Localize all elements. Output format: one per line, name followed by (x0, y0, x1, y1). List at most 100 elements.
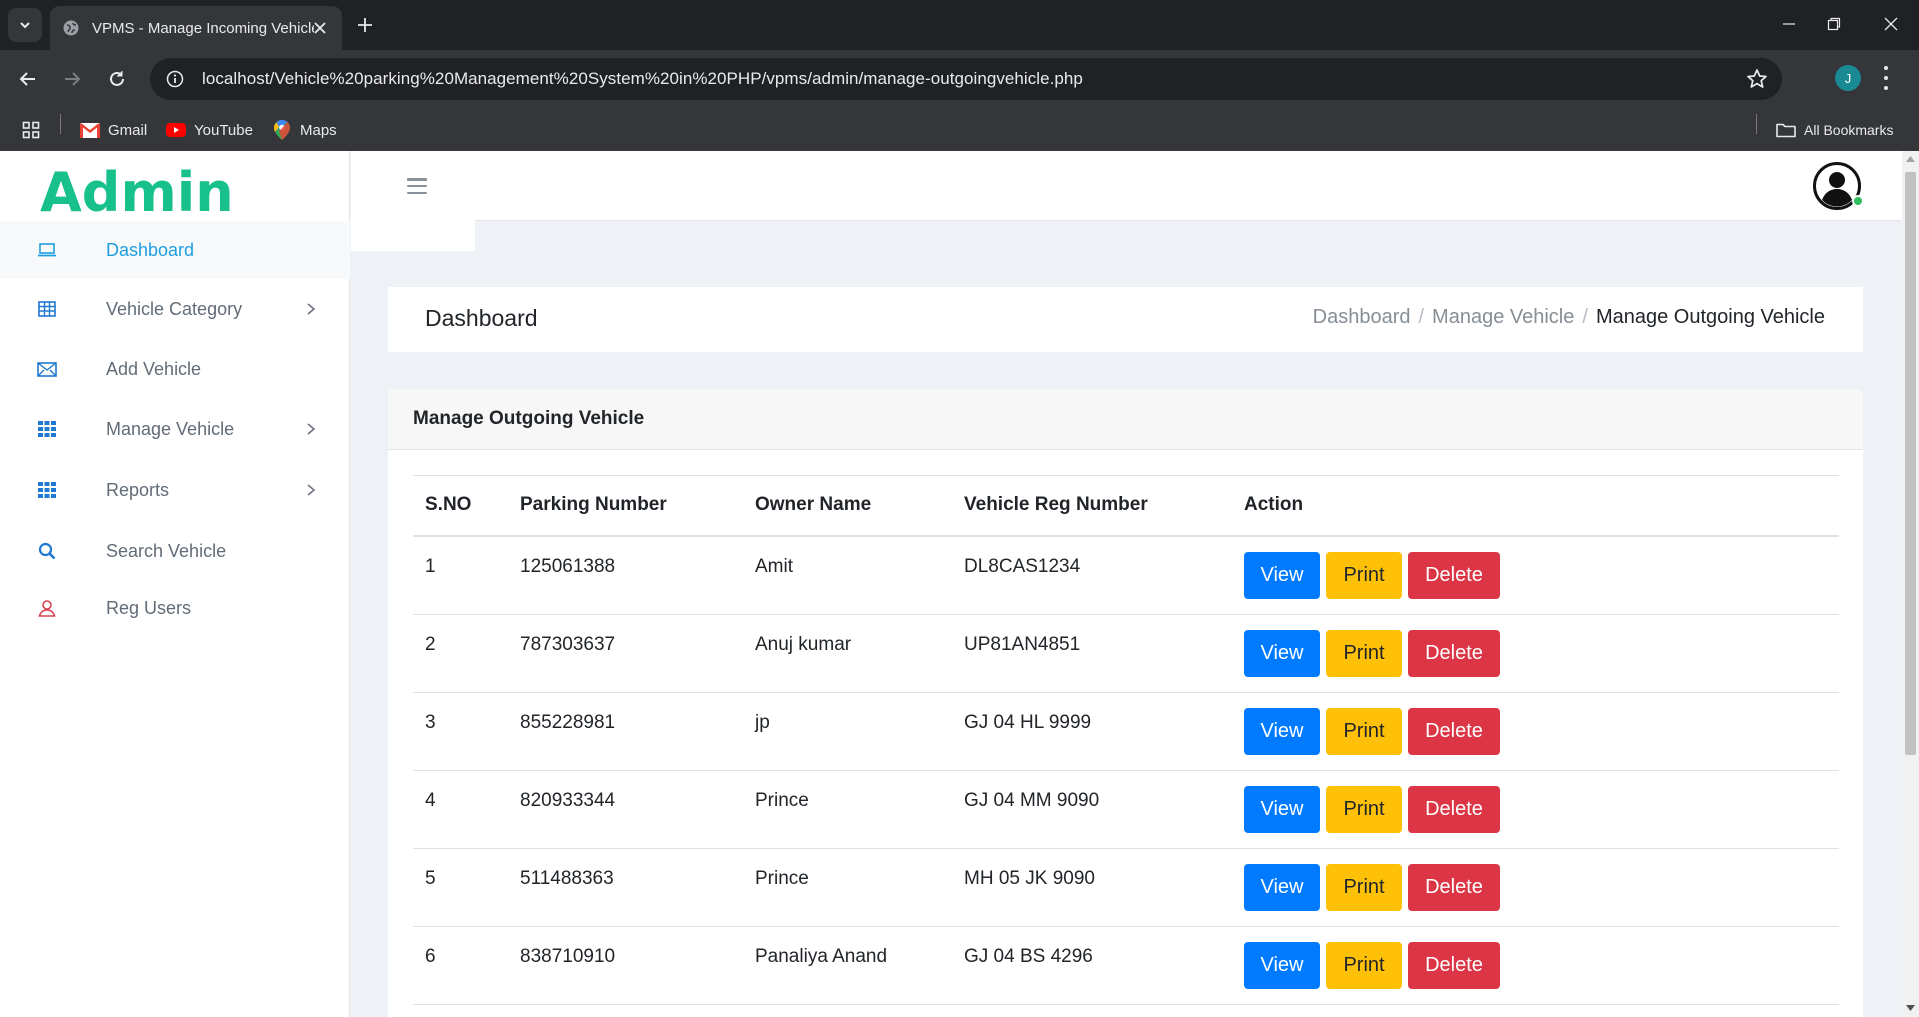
cell-owner-name: Prince (755, 868, 809, 889)
sidebar-item-search-vehicle[interactable]: Search Vehicle (0, 522, 350, 580)
restore-icon[interactable] (1811, 8, 1857, 40)
cell-parking-number: 838710910 (520, 946, 616, 967)
view-button[interactable]: View (1244, 786, 1320, 833)
sidebar-item-add-vehicle[interactable]: Add Vehicle (0, 340, 350, 398)
hamburger-menu-icon[interactable] (407, 178, 427, 194)
cell-owner-name: Anuj kumar (755, 634, 852, 655)
sidebar-item-label: Add Vehicle (106, 358, 202, 379)
print-button[interactable]: Print (1326, 786, 1402, 833)
print-button[interactable]: Print (1326, 552, 1402, 599)
bookmarks-divider (60, 114, 61, 134)
bookmark-youtube[interactable]: YouTube (166, 118, 253, 142)
sidebar-item-label: Manage Vehicle (106, 418, 235, 439)
chevron-down-icon (20, 22, 30, 29)
bookmarks-bar: Gmail YouTube Maps All Bookmarks (0, 108, 1919, 151)
chevron-right-icon (307, 423, 316, 435)
print-button[interactable]: Print (1326, 942, 1402, 989)
sidebar-item-label: Vehicle Category (106, 298, 243, 319)
grid-icon (36, 418, 58, 440)
delete-button[interactable]: Delete (1408, 630, 1500, 677)
grid-icon (36, 479, 58, 501)
table-icon (36, 298, 58, 320)
print-button[interactable]: Print (1326, 708, 1402, 755)
cell-parking-number: 125061388 (520, 556, 616, 577)
cell-reg-number: GJ 04 BS 4296 (964, 946, 1093, 967)
table-row: 5 511488363 Prince MH 05 JK 9090 View Pr… (413, 849, 1839, 927)
header-divider (475, 220, 1900, 221)
all-bookmarks-button[interactable]: All Bookmarks (1776, 118, 1893, 142)
bookmark-star-icon[interactable] (1746, 68, 1768, 90)
breadcrumb-dashboard[interactable]: Dashboard (1313, 306, 1411, 329)
view-button[interactable]: View (1244, 864, 1320, 911)
delete-button[interactable]: Delete (1408, 942, 1500, 989)
print-button[interactable]: Print (1326, 864, 1402, 911)
table-row: 6 838710910 Panaliya Anand GJ 04 BS 4296… (413, 927, 1839, 1005)
print-button[interactable]: Print (1326, 630, 1402, 677)
delete-button[interactable]: Delete (1408, 552, 1500, 599)
folder-icon (1776, 120, 1796, 140)
close-tab-icon[interactable] (310, 18, 330, 38)
cell-sno: 5 (425, 868, 436, 889)
view-button[interactable]: View (1244, 630, 1320, 677)
breadcrumb-separator: / (1418, 306, 1425, 328)
delete-button[interactable]: Delete (1408, 864, 1500, 911)
apps-grid-icon[interactable] (22, 118, 40, 142)
site-info-icon[interactable] (154, 58, 196, 100)
scroll-up-arrow-icon[interactable] (1906, 156, 1915, 162)
profile-avatar[interactable]: J (1835, 65, 1861, 91)
browser-toolbar: localhost/Vehicle%20parking%20Management… (0, 50, 1919, 108)
sidebar: Admin Dashboard Vehicle Category Add Veh… (0, 151, 350, 1017)
sidebar-item-reg-users[interactable]: Reg Users (0, 579, 350, 637)
tab-search-button[interactable] (8, 8, 42, 42)
breadcrumb-separator: / (1582, 306, 1588, 328)
column-header-vehicle-reg-number: Vehicle Reg Number (964, 494, 1148, 515)
new-tab-icon[interactable] (352, 12, 378, 38)
page-content: Admin Dashboard Vehicle Category Add Veh… (0, 151, 1919, 1017)
all-bookmarks-label: All Bookmarks (1804, 122, 1894, 138)
user-icon (36, 597, 58, 619)
sidebar-item-label: Dashboard (106, 239, 195, 260)
view-button[interactable]: View (1244, 708, 1320, 755)
outgoing-vehicle-card: Manage Outgoing Vehicle S.NO Parking Num… (388, 389, 1863, 1017)
bookmark-label: YouTube (194, 121, 253, 139)
globe-icon (62, 19, 80, 37)
cell-sno: 3 (425, 712, 436, 733)
view-button[interactable]: View (1244, 552, 1320, 599)
bookmark-gmail[interactable]: Gmail (80, 118, 147, 142)
cell-sno: 1 (425, 556, 436, 577)
forward-arrow-icon[interactable] (56, 63, 88, 95)
gmail-icon (80, 120, 100, 140)
cell-parking-number: 855228981 (520, 712, 616, 733)
browser-tab[interactable]: VPMS - Manage Incoming Vehicle (50, 6, 342, 50)
card-title: Manage Outgoing Vehicle (413, 408, 645, 429)
cell-parking-number: 787303637 (520, 634, 616, 655)
sidebar-item-dashboard[interactable]: Dashboard (0, 221, 350, 279)
breadcrumb-manage-vehicle[interactable]: Manage Vehicle (1432, 306, 1574, 329)
sidebar-item-vehicle-category[interactable]: Vehicle Category (0, 280, 350, 338)
view-button[interactable]: View (1244, 942, 1320, 989)
cell-reg-number: GJ 04 MM 9090 (964, 790, 1100, 811)
breadcrumb: Dashboard / Manage Vehicle / Manage Outg… (1313, 306, 1825, 329)
chevron-right-icon (307, 303, 316, 315)
close-window-icon[interactable] (1868, 8, 1914, 40)
chevron-right-icon (307, 484, 316, 496)
cell-owner-name: Panaliya Anand (755, 946, 888, 967)
scrollbar-thumb[interactable] (1905, 172, 1916, 755)
reload-icon[interactable] (101, 63, 133, 95)
table-row: 1 125061388 Amit DL8CAS1234 View Print D… (413, 537, 1839, 615)
back-arrow-icon[interactable] (12, 63, 44, 95)
delete-button[interactable]: Delete (1408, 708, 1500, 755)
more-menu-icon[interactable] (1882, 66, 1890, 90)
minimize-icon[interactable] (1766, 8, 1812, 40)
address-bar[interactable]: localhost/Vehicle%20parking%20Management… (150, 58, 1782, 100)
scroll-down-arrow-icon[interactable] (1906, 1005, 1915, 1011)
vehicle-table: S.NO Parking Number Owner Name Vehicle R… (413, 475, 1839, 1005)
sidebar-item-reports[interactable]: Reports (0, 461, 350, 519)
top-header-bar (351, 151, 1919, 220)
delete-button[interactable]: Delete (1408, 786, 1500, 833)
bookmark-maps[interactable]: Maps (272, 118, 337, 142)
browser-tab-bar: VPMS - Manage Incoming Vehicle (0, 0, 1919, 50)
sidebar-item-manage-vehicle[interactable]: Manage Vehicle (0, 400, 350, 458)
cell-owner-name: jp (755, 712, 770, 733)
admin-logo[interactable]: Admin (40, 161, 234, 224)
